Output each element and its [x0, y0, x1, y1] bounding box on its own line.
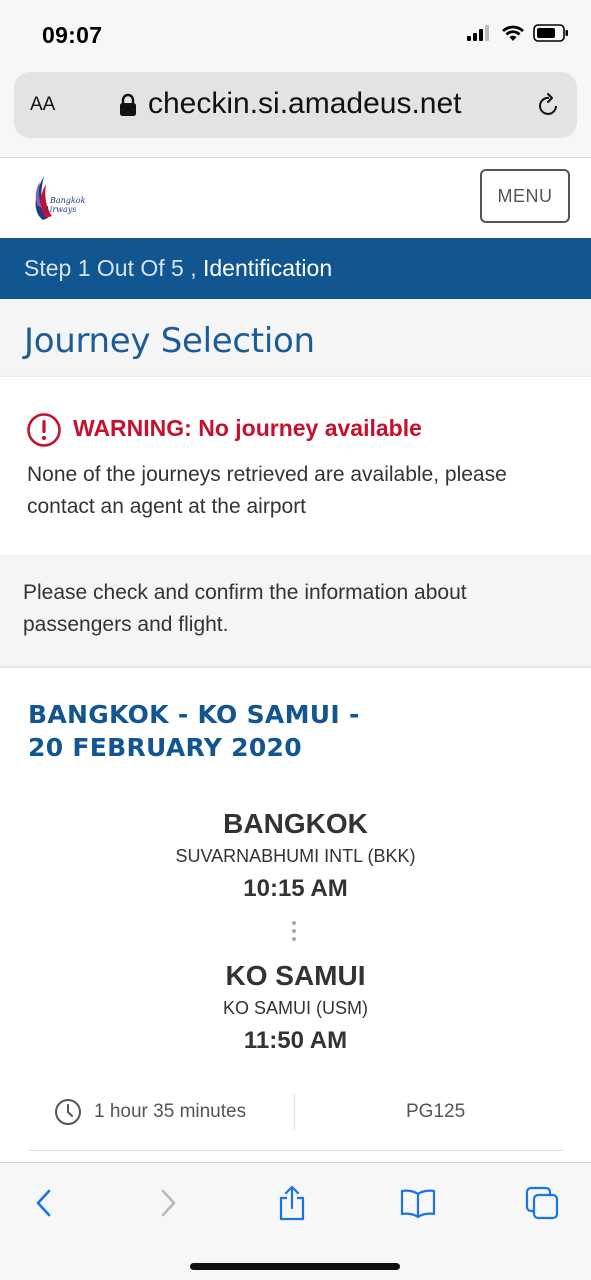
departure-segment: BANGKOK SUVARNABHUMI INTL (BKK) 10:15 AM	[0, 808, 591, 903]
bookmarks-button[interactable]	[398, 1183, 438, 1223]
departure-airport: SUVARNABHUMI INTL (BKK)	[175, 846, 416, 866]
reload-icon[interactable]	[537, 92, 561, 118]
book-icon	[400, 1189, 436, 1218]
tabs-icon	[525, 1186, 559, 1220]
browser-address-area: AA checkin.si.amadeus.net	[0, 68, 591, 158]
warning-message: None of the journeys retrieved are avail…	[27, 463, 507, 518]
arrival-city: KO SAMUI	[225, 960, 366, 991]
journey-heading-route: BANGKOK - KO SAMUI -	[28, 700, 360, 729]
browser-toolbar	[0, 1162, 591, 1280]
text-size-label: AA	[30, 94, 56, 115]
arrival-segment: KO SAMUI KO SAMUI (USM) 11:50 AM	[0, 960, 591, 1055]
flight-meta-row: 1 hour 35 minutes PG125	[28, 1094, 564, 1130]
departure-time: 10:15 AM	[243, 875, 348, 902]
logo-text-line2: Airways	[44, 205, 77, 214]
logo-text: Bangkok Airways	[40, 196, 85, 214]
status-icons	[467, 24, 569, 42]
back-button[interactable]	[24, 1183, 64, 1223]
journey-card: BANGKOK - KO SAMUI - 20 FEBRUARY 2020 BA…	[0, 668, 591, 1162]
journey-heading: BANGKOK - KO SAMUI - 20 FEBRUARY 2020	[28, 698, 428, 764]
menu-button[interactable]: MENU	[480, 169, 570, 223]
site-header: Bangkok Airways MENU	[0, 158, 591, 238]
info-text: Please check and confirm the information…	[23, 581, 467, 636]
status-bar: 09:07	[0, 0, 591, 68]
meta-divider	[294, 1094, 295, 1130]
forward-button[interactable]	[148, 1183, 188, 1223]
logo-text-line1: Bangkok	[50, 196, 86, 205]
info-area: Please check and confirm the information…	[0, 555, 591, 668]
journey-heading-date: 20 FEBRUARY 2020	[28, 733, 302, 762]
warning-title: WARNING: No journey available	[73, 415, 422, 441]
bangkok-airways-logo[interactable]: Bangkok Airways	[26, 172, 88, 224]
signal-icon	[467, 25, 489, 41]
share-button[interactable]	[272, 1183, 312, 1223]
chevron-right-icon	[161, 1189, 176, 1217]
flight-duration: 1 hour 35 minutes	[54, 1098, 246, 1126]
step-name: Identification	[202, 255, 333, 281]
clock-icon	[55, 1099, 81, 1125]
url-text[interactable]: checkin.si.amadeus.net	[148, 87, 462, 121]
page-title: Journey Selection	[24, 321, 315, 361]
departure-city: BANGKOK	[223, 808, 368, 839]
battery-icon	[533, 24, 568, 42]
tabs-button[interactable]	[522, 1183, 562, 1223]
text-size-button[interactable]: AA	[30, 94, 55, 116]
flight-number: PG125	[406, 1101, 466, 1122]
warning-icon	[27, 413, 61, 447]
address-bar[interactable]: AA checkin.si.amadeus.net	[14, 72, 577, 138]
warning-card: WARNING: No journey available None of th…	[0, 377, 591, 555]
route-connector	[292, 921, 298, 945]
status-time: 09:07	[42, 22, 103, 48]
share-icon	[279, 1185, 305, 1221]
chevron-left-icon	[36, 1189, 51, 1217]
arrival-airport: KO SAMUI (USM)	[222, 998, 368, 1018]
divider	[28, 1150, 564, 1151]
step-prefix: Step 1 Out Of 5 ,	[24, 255, 203, 281]
title-area: Journey Selection	[0, 299, 591, 377]
arrival-time: 11:50 AM	[243, 1027, 348, 1054]
lock-icon	[120, 93, 136, 116]
duration-text: 1 hour 35 minutes	[94, 1101, 247, 1122]
home-indicator	[190, 1263, 400, 1270]
step-indicator: Step 1 Out Of 5 , Identification	[0, 238, 591, 299]
wifi-icon	[502, 25, 524, 41]
